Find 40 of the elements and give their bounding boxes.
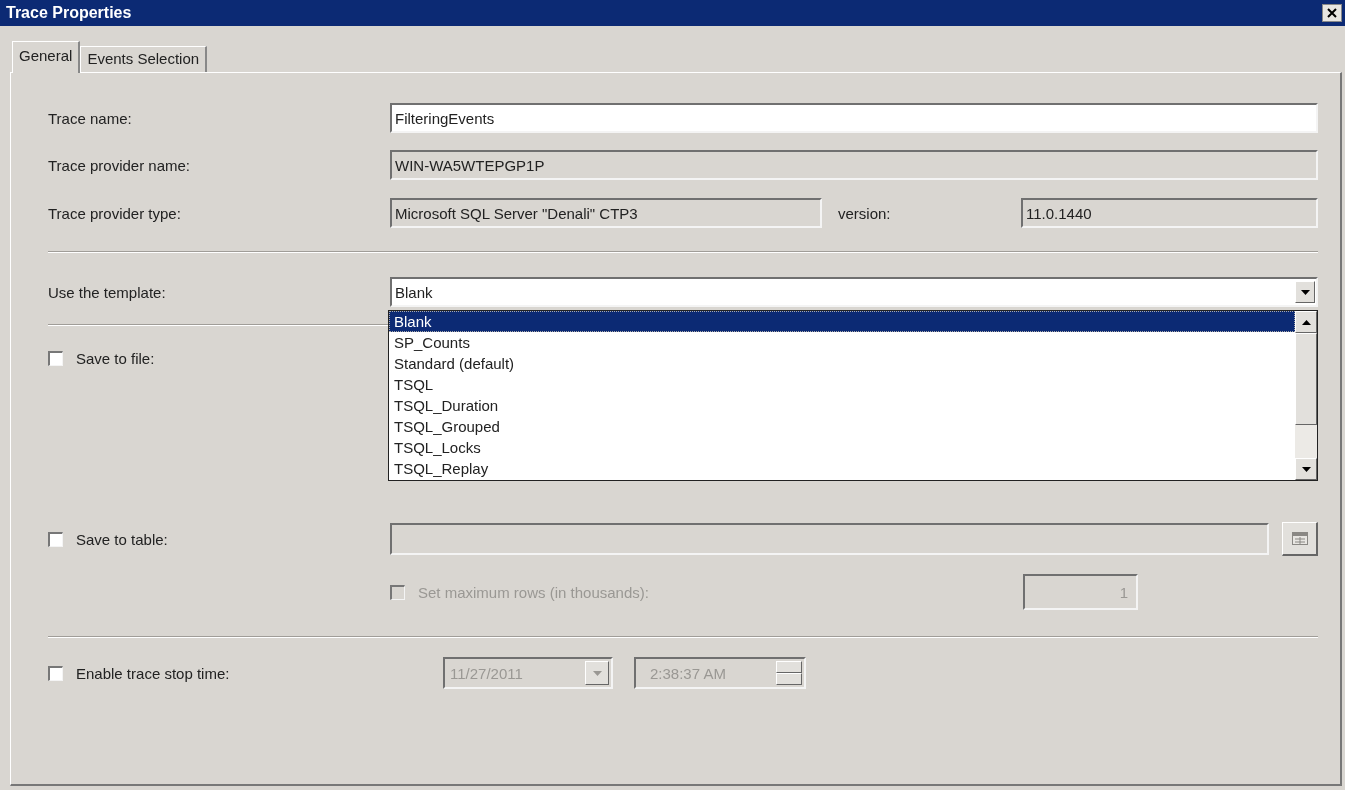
close-icon: [1326, 7, 1338, 19]
trace-name-field[interactable]: FilteringEvents: [390, 103, 1318, 133]
tab[interactable]: General: [12, 41, 81, 73]
checkbox-label: Save to file:: [76, 350, 155, 367]
caret-icon: [592, 670, 602, 676]
dropdown-button[interactable]: [1295, 281, 1315, 303]
table-icon: [1291, 532, 1308, 545]
field-label: Use the template:: [48, 283, 167, 301]
dropdown-option[interactable]: TSQL_Locks: [389, 437, 1295, 458]
dropdown-option[interactable]: SP_Counts: [389, 332, 1295, 353]
checkbox-label: Save to table:: [76, 530, 169, 548]
dropdown-option[interactable]: TSQL_Grouped: [389, 416, 1295, 437]
tab[interactable]: Events Selection: [80, 46, 208, 72]
provider-name-field: WIN-WA5WTEPGP1P: [390, 150, 1318, 180]
caret-icon: [1300, 289, 1310, 295]
down-arrow-icon: [1301, 466, 1311, 472]
checkbox[interactable]: [48, 665, 63, 681]
checkbox-label: Set maximum rows (in thousands):: [418, 583, 650, 601]
scroll-thumb[interactable]: [1295, 333, 1317, 425]
browse-button[interactable]: [1282, 522, 1318, 556]
field-label: Trace provider type:: [48, 204, 182, 222]
dropdown-option[interactable]: TSQL: [389, 374, 1295, 395]
dropdown-option[interactable]: Blank: [389, 311, 1295, 332]
close-button[interactable]: [1322, 4, 1342, 22]
field-label: version:: [837, 204, 892, 222]
field-label: Trace provider name:: [48, 156, 191, 174]
scrollbar[interactable]: [1295, 311, 1317, 480]
checkbox-label: Enable trace stop time:: [76, 664, 231, 682]
checkbox[interactable]: [48, 531, 63, 547]
field-label: Trace name:: [48, 109, 133, 127]
dropdown-option[interactable]: TSQL_Replay: [389, 458, 1295, 479]
window-title: Trace Properties: [6, 4, 132, 22]
dropdown-option[interactable]: TSQL_Duration: [389, 395, 1295, 416]
dropdown-option[interactable]: Standard (default): [389, 353, 1295, 374]
template-dropdown[interactable]: Blank: [390, 277, 1318, 307]
checkbox[interactable]: [48, 351, 63, 366]
spin-buttons-icon: [776, 661, 802, 685]
up-arrow-icon: [1301, 319, 1311, 325]
version-field: 11.0.1440: [1021, 198, 1318, 228]
provider-type-field: Microsoft SQL Server "Denali" CTP3: [390, 198, 822, 228]
